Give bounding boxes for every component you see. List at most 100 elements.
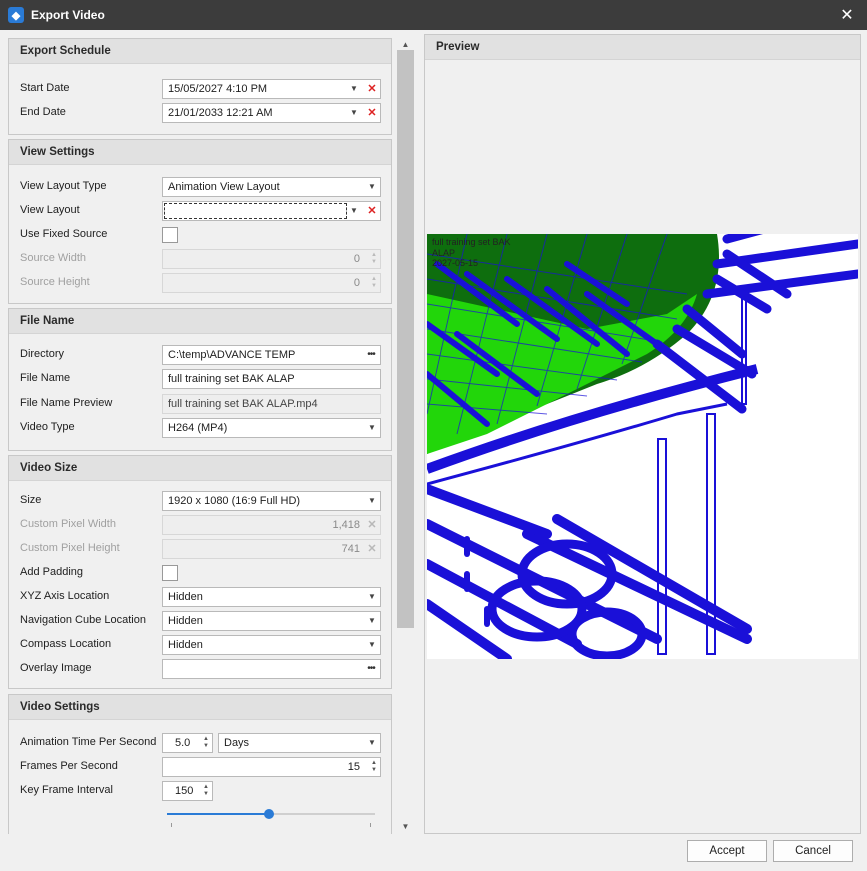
settings-scrollbar[interactable]: ▲ ▼ (397, 38, 414, 834)
size-combo[interactable]: 1920 x 1080 (16:9 Full HD) ▼ (162, 491, 381, 511)
video-type-row: Video Type H264 (MP4) ▼ (9, 418, 391, 438)
add-padding-row: Add Padding (9, 563, 391, 583)
view-layout-input[interactable] (164, 203, 347, 219)
quality-slider-row (9, 808, 391, 828)
clear-icon[interactable]: ✕ (364, 540, 380, 558)
scroll-down-icon[interactable]: ▼ (397, 820, 414, 832)
custom-height-row: Custom Pixel Height 741 ✕ (9, 539, 391, 559)
navcube-value: Hidden (168, 615, 203, 627)
fps-spinner[interactable]: 15 ▲ ▼ (162, 757, 381, 777)
directory-value: C:\temp\ADVANCE TEMP (168, 349, 296, 361)
source-width-field[interactable]: 0 ▲ ▼ (162, 249, 381, 269)
overlay-image-label: Overlay Image (20, 662, 92, 674)
video-size-group: Video Size Size 1920 x 1080 (16:9 Full H… (8, 455, 392, 689)
xyz-axis-row: XYZ Axis Location Hidden ▼ (9, 587, 391, 607)
slider-fill (167, 813, 269, 815)
keyframe-spinner[interactable]: 150 ▲ ▼ (162, 781, 213, 801)
chevron-down-icon[interactable]: ▼ (346, 202, 362, 220)
overlay-image-field[interactable]: ••• (162, 659, 381, 679)
file-name-preview-row: File Name Preview full training set BAK … (9, 394, 391, 414)
spin-arrows-icon[interactable]: ▲ ▼ (200, 782, 212, 800)
settings-panel: Export Schedule Start Date 15/05/2027 4:… (8, 38, 392, 834)
fps-row: Frames Per Second 15 ▲ ▼ (9, 757, 391, 777)
custom-width-value: 1,418 (332, 519, 360, 531)
title-bar: ◆ Export Video ✕ (0, 0, 867, 30)
chevron-down-icon[interactable]: ▼ (364, 612, 380, 630)
video-size-header: Video Size (9, 456, 391, 481)
file-name-header: File Name (9, 309, 391, 334)
source-height-field[interactable]: 0 ▲ ▼ (162, 273, 381, 293)
xyz-axis-combo[interactable]: Hidden ▼ (162, 587, 381, 607)
clear-icon[interactable]: ✕ (364, 104, 380, 122)
spin-arrows-icon[interactable]: ▲ ▼ (368, 250, 380, 268)
file-name-input[interactable]: full training set BAK ALAP (162, 369, 381, 389)
fps-value: 15 (347, 761, 360, 773)
start-date-field[interactable]: 15/05/2027 4:10 PM ▼ ✕ (162, 79, 381, 99)
size-value: 1920 x 1080 (16:9 Full HD) (168, 495, 301, 507)
clear-icon[interactable]: ✕ (364, 80, 380, 98)
spin-arrows-icon[interactable]: ▲ ▼ (200, 734, 212, 752)
navcube-combo[interactable]: Hidden ▼ (162, 611, 381, 631)
browse-icon[interactable]: ••• (362, 346, 380, 364)
view-layout-type-combo[interactable]: Animation View Layout ▼ (162, 177, 381, 197)
compass-value: Hidden (168, 639, 203, 651)
chevron-down-icon[interactable]: ▼ (364, 492, 380, 510)
accept-button[interactable]: Accept (687, 840, 767, 862)
scroll-thumb[interactable] (397, 50, 414, 628)
start-date-row: Start Date 15/05/2027 4:10 PM ▼ ✕ (9, 79, 391, 99)
navcube-row: Navigation Cube Location Hidden ▼ (9, 611, 391, 631)
preview-image: full training set BAK ALAP 2027-05-15 (427, 234, 858, 659)
source-height-label: Source Height (20, 276, 90, 288)
anim-time-label: Animation Time Per Second (20, 736, 157, 748)
custom-height-value: 741 (341, 543, 360, 555)
add-padding-checkbox[interactable] (162, 565, 178, 581)
cancel-button[interactable]: Cancel (773, 840, 853, 862)
clear-icon[interactable]: ✕ (364, 516, 380, 534)
chevron-down-icon[interactable]: ▼ (364, 419, 380, 437)
spin-arrows-icon[interactable]: ▲ ▼ (368, 758, 380, 776)
view-layout-combo[interactable]: ▼ ✕ (162, 201, 381, 221)
fixed-source-checkbox[interactable] (162, 227, 178, 243)
end-date-label: End Date (20, 106, 66, 118)
file-name-label: File Name (20, 372, 71, 384)
keyframe-row: Key Frame Interval 150 ▲ ▼ (9, 781, 391, 801)
slider-knob[interactable] (264, 809, 274, 819)
chevron-down-icon[interactable]: ▼ (364, 636, 380, 654)
compass-combo[interactable]: Hidden ▼ (162, 635, 381, 655)
chevron-down-icon[interactable]: ▼ (364, 178, 380, 196)
compass-label: Compass Location (20, 638, 112, 650)
add-padding-label: Add Padding (20, 566, 83, 578)
browse-icon[interactable]: ••• (362, 660, 380, 678)
custom-width-row: Custom Pixel Width 1,418 ✕ (9, 515, 391, 535)
source-height-row: Source Height 0 ▲ ▼ (9, 273, 391, 293)
spin-arrows-icon[interactable]: ▲ ▼ (368, 274, 380, 292)
close-button[interactable]: ✕ (837, 5, 857, 25)
overlay-image-row: Overlay Image ••• (9, 659, 391, 679)
preview-overlay-text: full training set BAK ALAP 2027-05-15 (432, 237, 511, 269)
anim-time-spinner[interactable]: 5.0 ▲ ▼ (162, 733, 213, 753)
overlay-line-1: full training set BAK (432, 237, 511, 247)
overlay-line-2: ALAP (432, 247, 456, 258)
anim-time-value: 5.0 (175, 737, 191, 749)
custom-width-field[interactable]: 1,418 ✕ (162, 515, 381, 535)
directory-field[interactable]: C:\temp\ADVANCE TEMP ••• (162, 345, 381, 365)
file-name-preview-label: File Name Preview (20, 397, 113, 409)
chevron-down-icon[interactable]: ▼ (346, 80, 362, 98)
quality-slider[interactable] (167, 809, 375, 827)
export-schedule-group: Export Schedule Start Date 15/05/2027 4:… (8, 38, 392, 135)
video-type-value: H264 (MP4) (168, 422, 228, 434)
file-name-row: File Name full training set BAK ALAP (9, 369, 391, 389)
size-row: Size 1920 x 1080 (16:9 Full HD) ▼ (9, 491, 391, 511)
clear-icon[interactable]: ✕ (364, 202, 380, 220)
chevron-down-icon[interactable]: ▼ (364, 588, 380, 606)
chevron-down-icon[interactable]: ▼ (346, 104, 362, 122)
anim-unit-combo[interactable]: Days ▼ (218, 733, 381, 753)
anim-time-row: Animation Time Per Second 5.0 ▲ ▼ Days ▼ (9, 733, 391, 753)
source-width-row: Source Width 0 ▲ ▼ (9, 249, 391, 269)
chevron-down-icon[interactable]: ▼ (364, 734, 380, 752)
file-name-preview-field: full training set BAK ALAP.mp4 (162, 394, 381, 414)
scroll-up-icon[interactable]: ▲ (397, 38, 414, 50)
end-date-field[interactable]: 21/01/2033 12:21 AM ▼ ✕ (162, 103, 381, 123)
custom-height-field[interactable]: 741 ✕ (162, 539, 381, 559)
video-type-combo[interactable]: H264 (MP4) ▼ (162, 418, 381, 438)
